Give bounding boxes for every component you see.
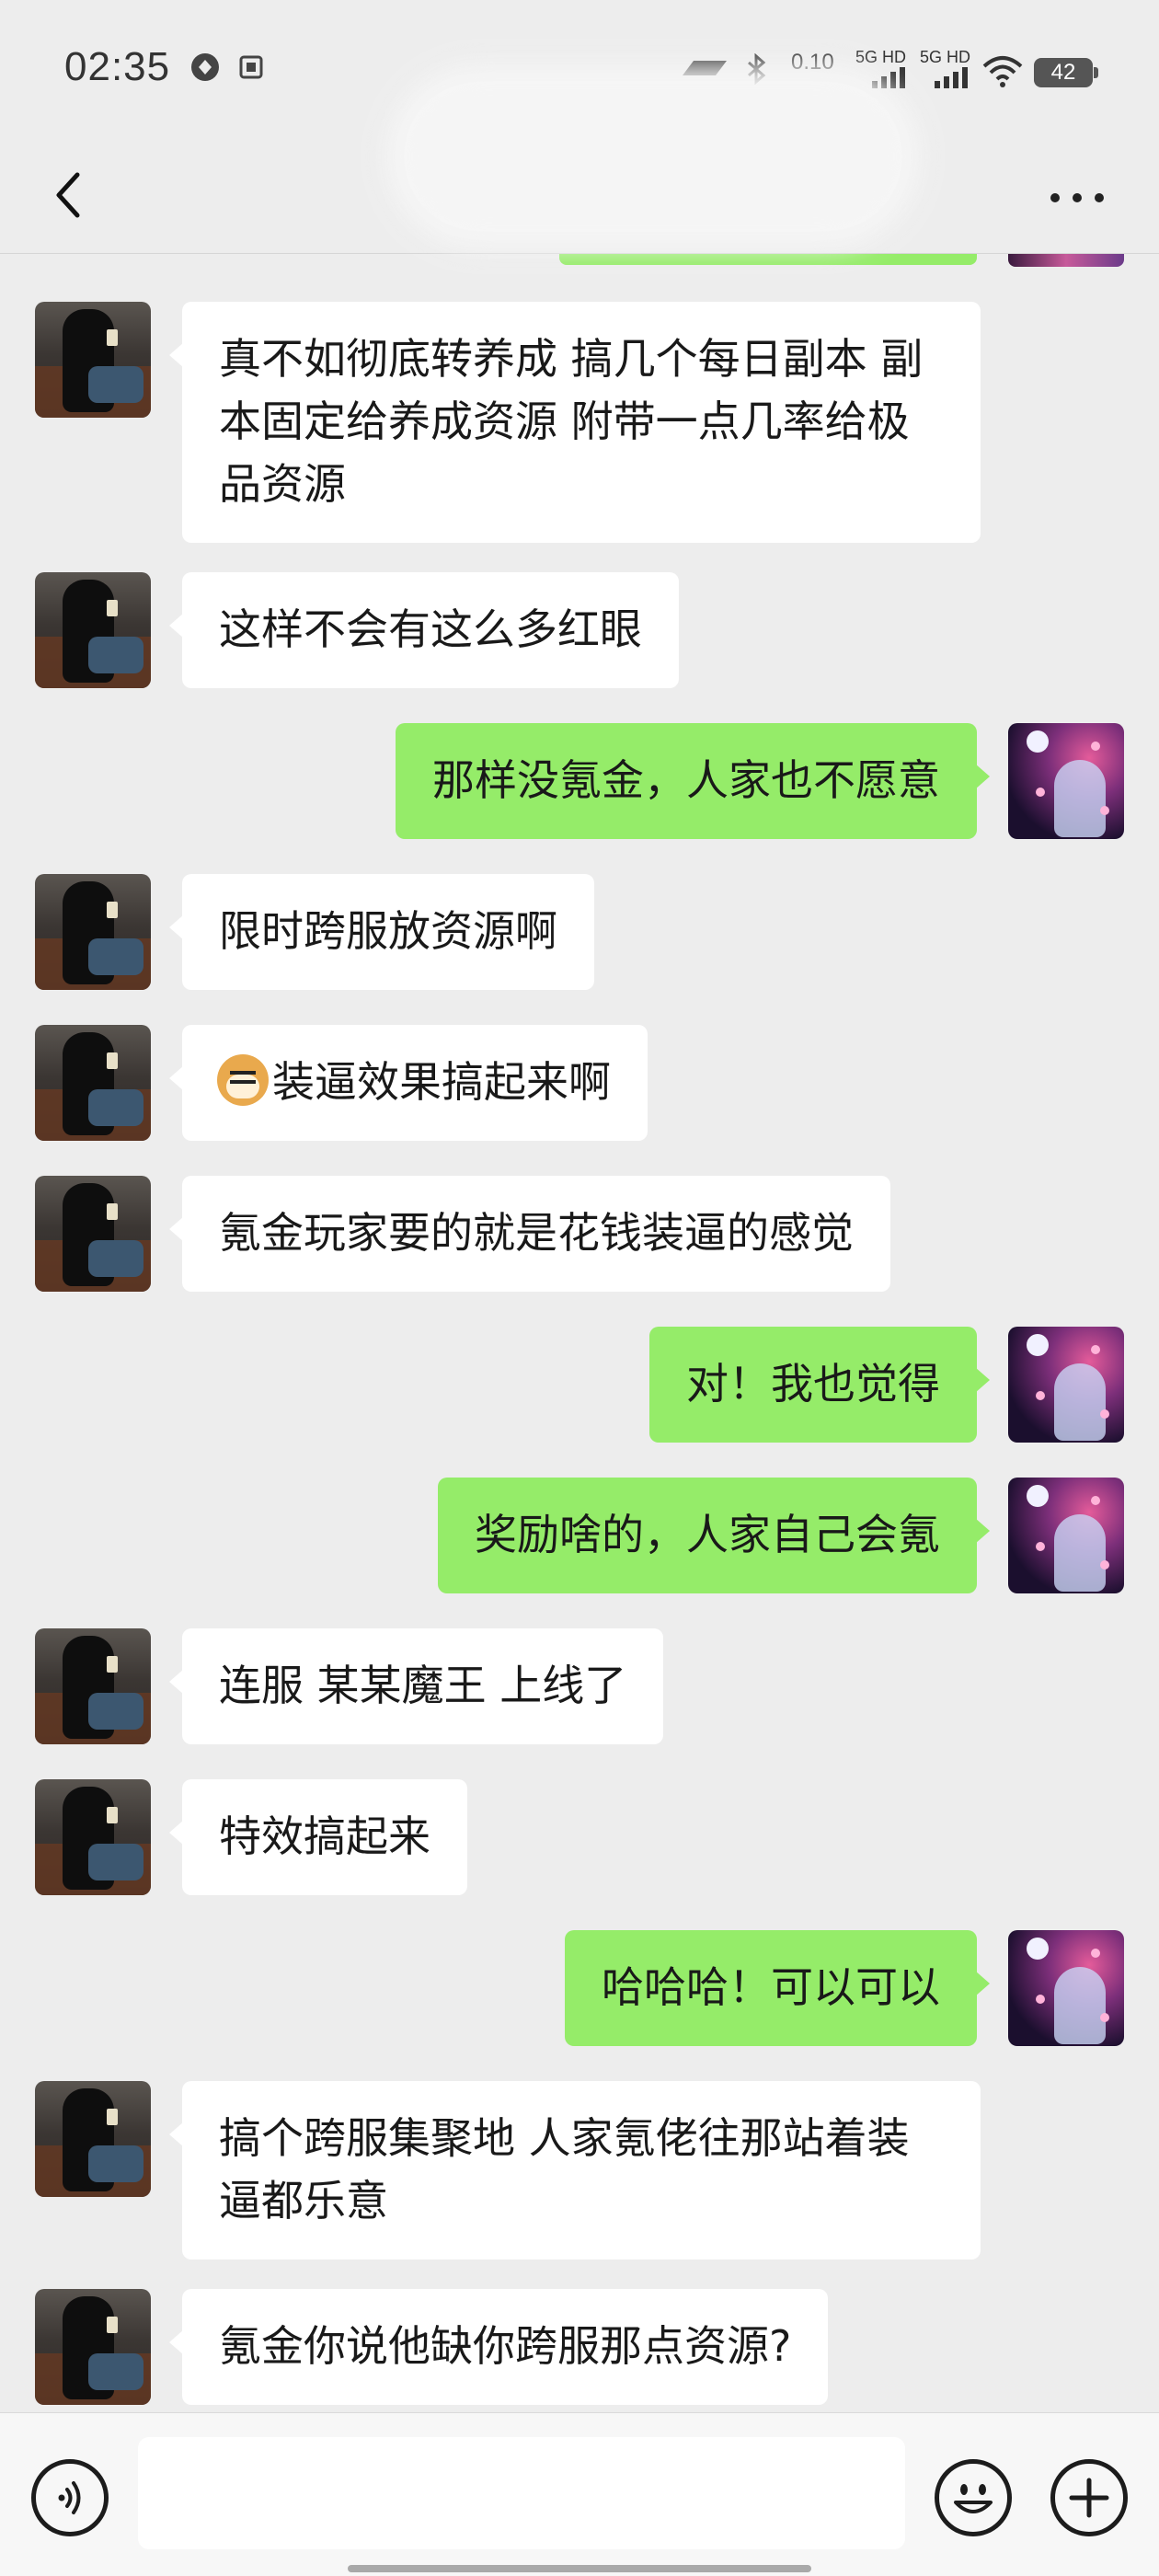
chat-title-blurred — [386, 64, 920, 248]
back-button[interactable] — [37, 158, 110, 232]
emoji-smile-icon — [954, 2484, 993, 2513]
contact-avatar[interactable] — [35, 2289, 151, 2405]
message-bubble[interactable]: 限时跨服放资源啊 — [169, 874, 594, 990]
chat-header — [0, 64, 1159, 254]
contact-avatar[interactable] — [35, 1176, 151, 1292]
message-bubble[interactable]: 氪金玩家要的就是花钱装逼的感觉 — [169, 1176, 890, 1292]
message-bubble[interactable]: 连服 某某魔王 上线了 — [168, 1628, 664, 1744]
contact-avatar[interactable] — [35, 2081, 151, 2197]
wifi-icon — [982, 56, 1023, 87]
contact-avatar[interactable] — [35, 874, 151, 990]
contact-avatar[interactable] — [35, 572, 151, 688]
contact-avatar[interactable] — [35, 302, 151, 418]
battery-indicator: 42 — [1034, 58, 1098, 87]
message-bubble[interactable]: 这样不会有这么多红眼 — [169, 572, 679, 688]
location-icon — [191, 53, 219, 81]
doge-emoji-icon — [217, 1054, 269, 1106]
voice-input-button[interactable] — [31, 2459, 109, 2536]
signal-label-1: 5G HD — [855, 48, 907, 66]
signal-label-2: 5G HD — [920, 48, 971, 66]
message-bubble-self[interactable]: 奖励啥的，人家自己会氪 — [438, 1478, 990, 1593]
contact-avatar[interactable] — [35, 1779, 151, 1895]
message-input[interactable] — [138, 2437, 905, 2549]
emoji-button[interactable] — [935, 2459, 1012, 2536]
message-bubble[interactable]: 氪金你说他缺你跨服那点资源? — [168, 2289, 829, 2405]
chat-input-bar — [0, 2412, 1159, 2576]
voice-icon — [58, 2481, 81, 2514]
message-bubble[interactable]: 装逼效果搞起来啊 — [169, 1025, 648, 1141]
more-options-button[interactable] — [1039, 175, 1113, 221]
ellipsis-icon — [1050, 193, 1060, 202]
partial-avatar — [1008, 254, 1124, 267]
self-avatar[interactable] — [1008, 723, 1124, 839]
self-avatar[interactable] — [1008, 1478, 1124, 1593]
message-list[interactable]: 真不如彻底转养成 搞几个每日副本 副本固定给养成资源 附带一点几率给极品资源 这… — [0, 254, 1159, 2412]
self-avatar[interactable] — [1008, 1930, 1124, 2046]
home-indicator[interactable] — [348, 2565, 811, 2572]
status-time: 02:35 — [64, 44, 171, 89]
notification-icon — [239, 55, 263, 79]
message-bubble[interactable]: 搞个跨服集聚地 人家氪佬往那站着装逼都乐意 — [169, 2081, 981, 2260]
self-avatar[interactable] — [1008, 1327, 1124, 1443]
partial-message-bubble — [559, 254, 977, 265]
contact-avatar[interactable] — [35, 1025, 151, 1141]
contact-avatar[interactable] — [35, 1628, 151, 1744]
message-bubble-self[interactable]: 那样没氪金，人家也不愿意 — [396, 723, 990, 839]
message-bubble[interactable]: 真不如彻底转养成 搞几个每日副本 副本固定给养成资源 附带一点几率给极品资源 — [169, 302, 981, 543]
message-bubble[interactable]: 特效搞起来 — [169, 1779, 467, 1895]
plus-icon — [1069, 2478, 1109, 2518]
message-text: 装逼效果搞起来啊 — [272, 1057, 611, 1107]
message-bubble-self[interactable]: 对！我也觉得 — [649, 1327, 990, 1443]
more-actions-button[interactable] — [1050, 2459, 1128, 2536]
message-bubble-self[interactable]: 哈哈哈！可以可以 — [565, 1930, 990, 2046]
signal-bars-icon-2 — [935, 67, 968, 88]
